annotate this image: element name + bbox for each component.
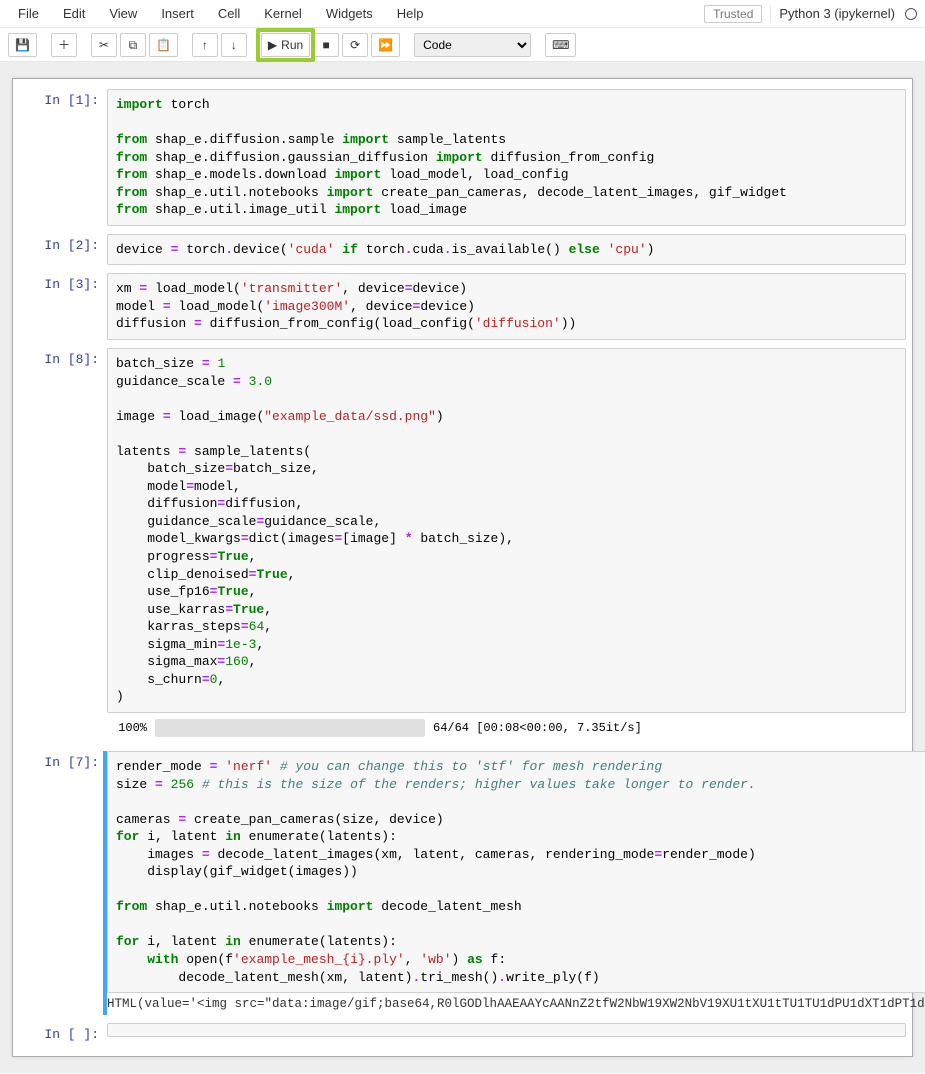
- command-palette-button[interactable]: ⌨: [545, 33, 576, 57]
- cut-button[interactable]: ✂: [91, 33, 117, 57]
- move-down-button[interactable]: ↓: [221, 33, 247, 57]
- cell-body: import torch from shap_e.diffusion.sampl…: [107, 89, 906, 226]
- input-area[interactable]: xm = load_model('transmitter', device=de…: [107, 273, 906, 340]
- fast-forward-icon: ⏩: [378, 39, 393, 51]
- menu-widgets[interactable]: Widgets: [316, 4, 383, 23]
- restart-icon: ⟳: [350, 39, 360, 51]
- clipboard-icon: 📋: [156, 39, 171, 51]
- prompt: In [8]:: [19, 348, 107, 743]
- arrow-up-icon: ↑: [202, 39, 208, 51]
- run-label: Run: [281, 38, 303, 52]
- cell-body: batch_size = 1 guidance_scale = 3.0 imag…: [107, 348, 906, 743]
- trusted-badge[interactable]: Trusted: [704, 5, 762, 23]
- prompt: In [1]:: [19, 89, 107, 226]
- cell[interactable]: In [3]:xm = load_model('transmitter', de…: [13, 269, 912, 344]
- input-area[interactable]: batch_size = 1 guidance_scale = 3.0 imag…: [107, 348, 906, 713]
- restart-run-all-button[interactable]: ⏩: [371, 33, 400, 57]
- notebook: In [1]:import torch from shap_e.diffusio…: [12, 78, 913, 1057]
- menu-insert[interactable]: Insert: [151, 4, 204, 23]
- keyboard-icon: ⌨: [552, 39, 569, 51]
- stop-button[interactable]: ■: [313, 33, 339, 57]
- menu-cell[interactable]: Cell: [208, 4, 250, 23]
- menu-items: FileEditViewInsertCellKernelWidgetsHelp: [8, 4, 434, 23]
- cell-body: [107, 1023, 906, 1042]
- menu-help[interactable]: Help: [387, 4, 434, 23]
- progress-output: 100% 64/64 [00:08<00:00, 7.35it/s]: [107, 713, 906, 743]
- progress-stats: 64/64 [00:08<00:00, 7.35it/s]: [433, 721, 642, 735]
- cell-body: xm = load_model('transmitter', device=de…: [107, 273, 906, 340]
- cell[interactable]: In [7]:render_mode = 'nerf' # you can ch…: [13, 747, 912, 1019]
- kernel-idle-icon[interactable]: [905, 8, 917, 20]
- code[interactable]: batch_size = 1 guidance_scale = 3.0 imag…: [116, 355, 897, 706]
- prompt: In [2]:: [19, 234, 107, 266]
- save-button[interactable]: 💾: [8, 33, 37, 57]
- paste-button[interactable]: 📋: [149, 33, 178, 57]
- cell[interactable]: In [1]:import torch from shap_e.diffusio…: [13, 85, 912, 230]
- copy-button[interactable]: ⧉: [120, 33, 146, 57]
- play-icon: ▶: [268, 39, 277, 51]
- kernel-name[interactable]: Python 3 (ipykernel): [779, 6, 897, 21]
- code[interactable]: render_mode = 'nerf' # you can change th…: [116, 758, 923, 986]
- prompt: In [3]:: [19, 273, 107, 340]
- cell[interactable]: In [ ]:: [13, 1019, 912, 1046]
- menubar-right: Trusted Python 3 (ipykernel): [704, 5, 917, 23]
- output-text: HTML(value='<img src="data:image/gif;bas…: [107, 993, 925, 1015]
- notebook-container: In [1]:import torch from shap_e.diffusio…: [0, 62, 925, 1073]
- menu-file[interactable]: File: [8, 4, 49, 23]
- copy-icon: ⧉: [129, 39, 138, 51]
- prompt: In [ ]:: [19, 1023, 107, 1042]
- input-area[interactable]: [107, 1023, 906, 1037]
- progress-bar: [155, 719, 425, 737]
- celltype-select[interactable]: CodeMarkdownRaw NBConvertHeading: [414, 33, 531, 57]
- progress-percent: 100%: [107, 721, 147, 735]
- divider: [770, 5, 771, 23]
- code[interactable]: device = torch.device('cuda' if torch.cu…: [116, 241, 897, 259]
- run-button[interactable]: ▶ Run: [261, 33, 310, 57]
- move-up-button[interactable]: ↑: [192, 33, 218, 57]
- stop-icon: ■: [323, 39, 330, 51]
- scissors-icon: ✂: [99, 39, 109, 51]
- arrow-down-icon: ↓: [231, 39, 237, 51]
- menu-kernel[interactable]: Kernel: [254, 4, 312, 23]
- toolbar: 💾 ＋ ✂ ⧉ 📋 ↑ ↓ ▶ Run ■ ⟳ ⏩ CodeMarkdownRa…: [0, 28, 925, 62]
- menu-edit[interactable]: Edit: [53, 4, 95, 23]
- cell[interactable]: In [8]:batch_size = 1 guidance_scale = 3…: [13, 344, 912, 747]
- restart-button[interactable]: ⟳: [342, 33, 368, 57]
- code[interactable]: import torch from shap_e.diffusion.sampl…: [116, 96, 897, 219]
- cell-body: device = torch.device('cuda' if torch.cu…: [107, 234, 906, 266]
- menubar: FileEditViewInsertCellKernelWidgetsHelp …: [0, 0, 925, 28]
- prompt: In [7]:: [19, 751, 107, 1015]
- code[interactable]: xm = load_model('transmitter', device=de…: [116, 280, 897, 333]
- plus-icon: ＋: [58, 39, 70, 51]
- input-area[interactable]: render_mode = 'nerf' # you can change th…: [107, 751, 925, 993]
- menu-view[interactable]: View: [99, 4, 147, 23]
- cell-body: render_mode = 'nerf' # you can change th…: [103, 751, 925, 1015]
- input-area[interactable]: import torch from shap_e.diffusion.sampl…: [107, 89, 906, 226]
- save-icon: 💾: [15, 39, 30, 51]
- input-area[interactable]: device = torch.device('cuda' if torch.cu…: [107, 234, 906, 266]
- add-cell-button[interactable]: ＋: [51, 33, 77, 57]
- cell[interactable]: In [2]: device = torch.device('cuda' if t…: [13, 230, 912, 270]
